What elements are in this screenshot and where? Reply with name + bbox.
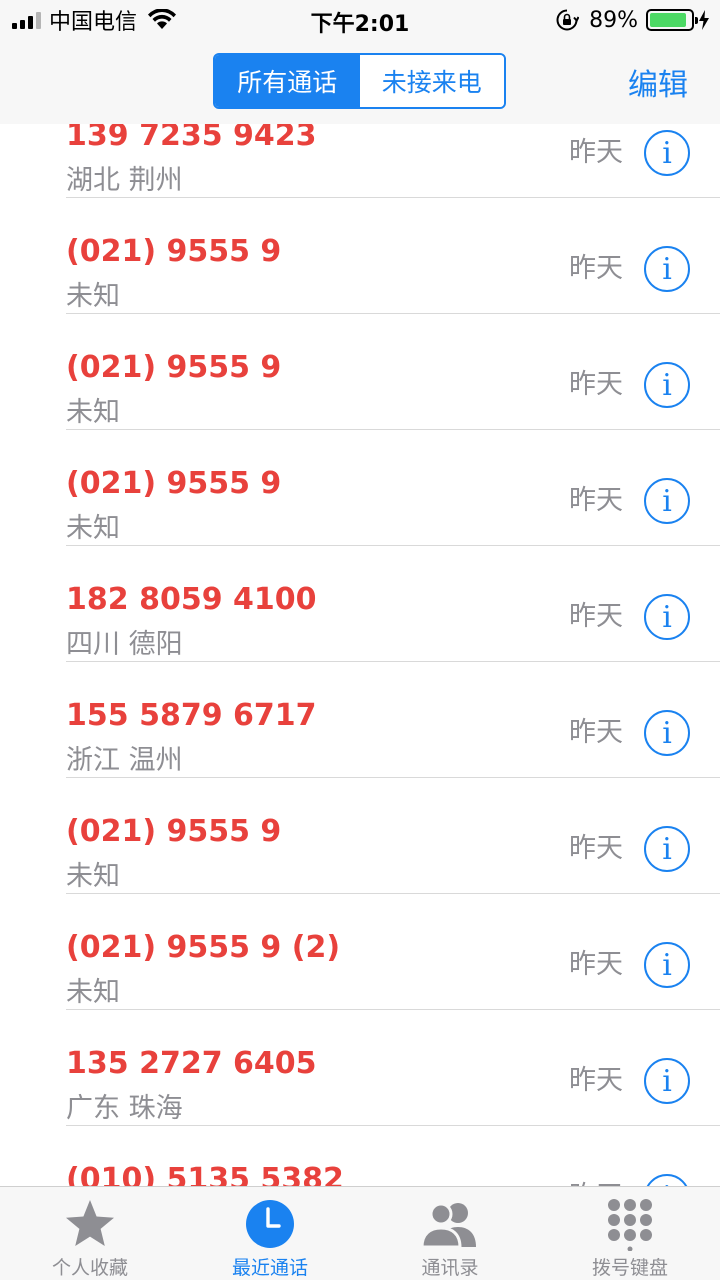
info-icon[interactable]: i	[644, 942, 690, 988]
tab-favorites[interactable]: 个人收藏	[0, 1187, 180, 1280]
call-row[interactable]: 155 5879 6717 浙江 温州 昨天 i	[0, 662, 720, 778]
call-number: (021) 9555 9	[66, 350, 282, 385]
call-row[interactable]: (010) 5135 5382 北京 昨天 i	[0, 1126, 720, 1186]
info-icon[interactable]: i	[644, 362, 690, 408]
segment-all-calls[interactable]: 所有通话	[215, 55, 360, 107]
call-number: (021) 9555 9 (2)	[66, 930, 341, 965]
battery-percent: 89%	[589, 7, 638, 33]
call-row[interactable]: 135 2727 6405 广东 珠海 昨天 i	[0, 1010, 720, 1126]
info-icon[interactable]: i	[644, 1058, 690, 1104]
segment-missed-calls[interactable]: 未接来电	[359, 55, 504, 107]
call-date: 昨天	[569, 833, 623, 864]
call-row[interactable]: (021) 9555 9 未知 昨天 i	[0, 198, 720, 314]
call-location: 未知	[66, 861, 120, 892]
call-number: 155 5879 6717	[66, 698, 317, 733]
tab-label: 通讯录	[421, 1257, 479, 1279]
info-icon[interactable]: i	[644, 594, 690, 640]
call-location: 未知	[66, 281, 120, 312]
battery-icon	[646, 9, 698, 31]
call-number: (021) 9555 9	[66, 466, 282, 501]
call-number: 139 7235 9423	[66, 124, 317, 153]
clock-icon	[246, 1200, 294, 1248]
keypad-icon	[608, 1199, 652, 1251]
status-bar-right: 89%	[555, 6, 710, 34]
call-row[interactable]: (021) 9555 9 (2) 未知 昨天 i	[0, 894, 720, 1010]
call-date: 昨天	[569, 949, 623, 980]
recents-list[interactable]: 139 7235 9423 湖北 荆州 昨天 i (021) 9555 9 未知…	[0, 124, 720, 1186]
call-filter-segmented-control: 所有通话 未接来电	[213, 53, 506, 109]
call-date: 昨天	[569, 1065, 623, 1096]
charging-bolt-icon	[699, 10, 709, 30]
tab-label: 最近通话	[231, 1257, 308, 1279]
info-icon[interactable]: i	[644, 478, 690, 524]
call-location: 四川 德阳	[66, 629, 183, 660]
tab-bar: 个人收藏 最近通话 通讯录 拨号键盘	[0, 1186, 720, 1280]
call-date: 昨天	[569, 717, 623, 748]
contacts-icon	[420, 1202, 476, 1249]
tab-contacts[interactable]: 通讯录	[360, 1187, 540, 1280]
recents-list-content: 139 7235 9423 湖北 荆州 昨天 i (021) 9555 9 未知…	[0, 124, 720, 1186]
tab-label: 个人收藏	[51, 1257, 128, 1279]
tab-recents[interactable]: 最近通话	[180, 1187, 360, 1280]
info-icon[interactable]: i	[644, 130, 690, 176]
call-number: (010) 5135 5382	[66, 1162, 344, 1186]
call-date: 昨天	[569, 369, 623, 400]
call-row[interactable]: 139 7235 9423 湖北 荆州 昨天 i	[0, 124, 720, 198]
call-date: 昨天	[569, 137, 623, 168]
call-number: 182 8059 4100	[66, 582, 317, 617]
call-row[interactable]: 182 8059 4100 四川 德阳 昨天 i	[0, 546, 720, 662]
call-date: 昨天	[569, 601, 623, 632]
tab-label: 拨号键盘	[591, 1257, 668, 1279]
star-icon	[66, 1200, 114, 1246]
call-row[interactable]: (021) 9555 9 未知 昨天 i	[0, 314, 720, 430]
call-location: 未知	[66, 977, 120, 1008]
call-location: 广东 珠海	[66, 1093, 183, 1124]
nav-bar: 所有通话 未接来电 编辑	[0, 40, 720, 124]
call-date: 昨天	[569, 1174, 623, 1186]
tab-keypad[interactable]: 拨号键盘	[540, 1187, 720, 1280]
call-location: 未知	[66, 397, 120, 428]
call-row[interactable]: (021) 9555 9 未知 昨天 i	[0, 778, 720, 894]
call-number: (021) 9555 9	[66, 814, 282, 849]
call-location: 浙江 温州	[66, 745, 183, 776]
call-date: 昨天	[569, 485, 623, 516]
status-bar: 中国电信 下午2:01 89%	[0, 0, 720, 40]
call-date: 昨天	[569, 253, 623, 284]
battery-fill	[650, 13, 686, 27]
info-icon[interactable]: i	[644, 710, 690, 756]
edit-button[interactable]: 编辑	[628, 60, 688, 104]
call-number: 135 2727 6405	[66, 1046, 317, 1081]
info-icon[interactable]: i	[644, 826, 690, 872]
call-location: 未知	[66, 513, 120, 544]
rotation-lock-icon	[556, 9, 580, 31]
battery-tip	[695, 17, 698, 24]
info-icon[interactable]: i	[644, 1174, 690, 1186]
info-icon[interactable]: i	[644, 246, 690, 292]
call-row[interactable]: (021) 9555 9 未知 昨天 i	[0, 430, 720, 546]
call-number: (021) 9555 9	[66, 234, 282, 269]
call-location: 湖北 荆州	[66, 165, 183, 196]
